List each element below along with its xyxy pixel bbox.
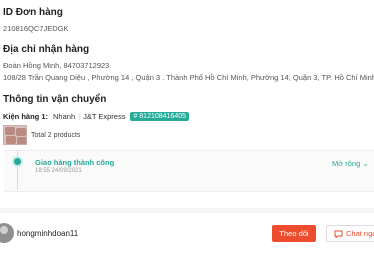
shipping-heading: Thông tin vận chuyển [3,94,107,105]
delivery-timestamp: 18:55 24/09/2021 [35,168,82,174]
shipping-speed: Nhanh [53,111,76,121]
expand-button[interactable]: Mở rộng ⌄ [332,159,369,168]
timeline-line [17,150,18,190]
follow-button[interactable]: Theo dõi [272,225,316,242]
product-thumbnail[interactable] [3,125,27,145]
total-products: Total 2 products [31,132,81,139]
recipient-address: 108/28 Trần Quang Diệu , Phường 14 , Quậ… [3,73,374,82]
section-divider [0,208,374,213]
seller-username[interactable]: hongminhdoan11 [17,229,78,238]
tracking-number-badge[interactable]: # 812108416405 [130,111,190,121]
address-heading: Địa chỉ nhận hàng [3,44,90,55]
expand-label: Mở rộng [332,159,361,168]
package-row: Kiện hàng 1: Nhanh | J&T Express # 81210… [3,111,190,121]
order-id-value: 210816QC7JEDGK [3,24,69,33]
chat-button[interactable]: Chat ngay [326,225,374,242]
recipient-name-phone: Đoàn Hồng Minh, 84703712923 [3,61,110,70]
avatar[interactable] [0,223,14,243]
delivery-status: Giao hàng thành công [35,158,115,167]
timeline-dot-icon [14,158,21,165]
chat-label: Chat ngay [346,229,374,238]
chat-icon [334,230,343,238]
chevron-down-icon: ⌄ [362,159,369,168]
package-label: Kiện hàng 1: [3,111,49,121]
separator: | [78,111,81,121]
order-id-heading: ID Đơn hàng [3,7,63,18]
carrier-name: J&T Express [83,111,126,121]
